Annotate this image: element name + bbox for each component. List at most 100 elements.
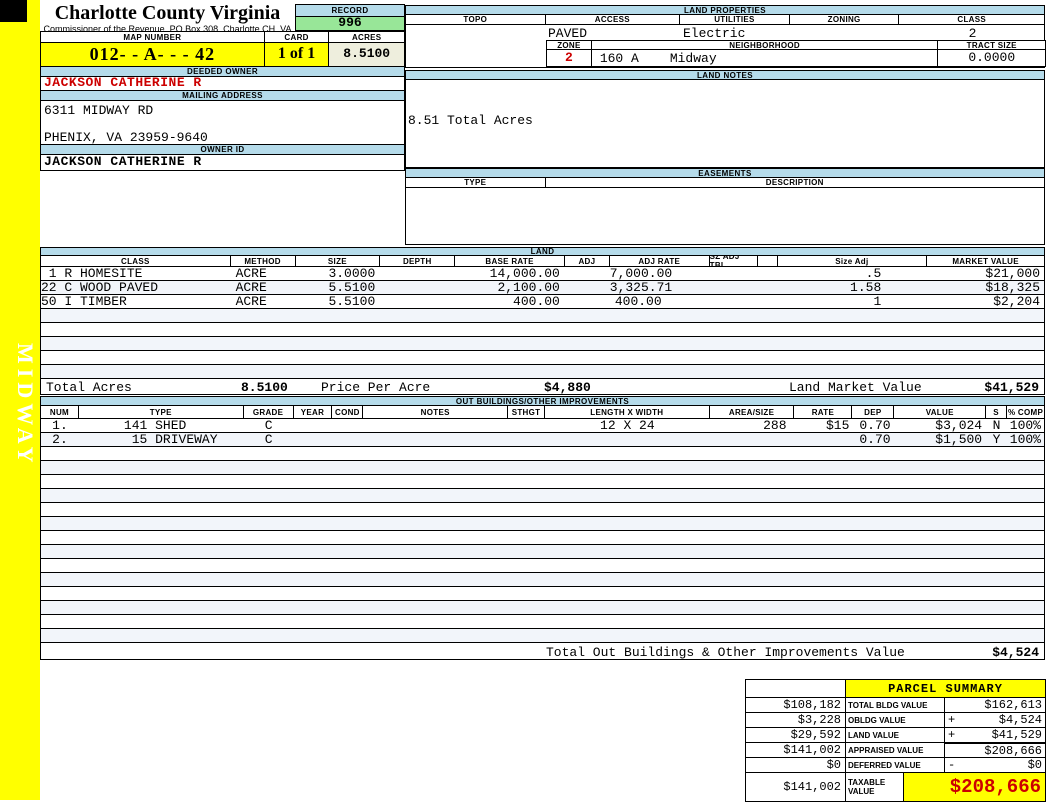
- zone-code-value: 160 A: [600, 51, 639, 66]
- land-col-method: METHOD: [231, 256, 296, 266]
- land-col-blank: [758, 256, 778, 266]
- easement-col-description: DESCRIPTION: [546, 178, 1044, 187]
- land-col-market-value: MARKET VALUE: [927, 256, 1044, 266]
- summary-row: $108,182 TOTAL BLDG VALUE $162,613: [746, 698, 1046, 713]
- col-zoning: ZONING: [790, 15, 900, 24]
- total-acres-label: Total Acres: [46, 380, 132, 395]
- ob-col-rate: RATE: [794, 406, 852, 418]
- land-col-adj: ADJ: [565, 256, 610, 266]
- owner-block: DEEDED OWNER JACKSON CATHERINE R MAILING…: [40, 67, 405, 171]
- ob-col-length-width: LENGTH X WIDTH: [545, 406, 710, 418]
- land-totals-row: Total Acres 8.5100 Price Per Acre $4,880…: [40, 379, 1045, 395]
- out-buildings-total-row: Total Out Buildings & Other Improvements…: [40, 643, 1045, 660]
- address-line2: PHENIX, VA 23959-9640: [44, 130, 208, 145]
- out-buildings-empty-rows: [40, 447, 1045, 643]
- deeded-owner-value: JACKSON CATHERINE R: [40, 77, 405, 91]
- neighborhood-value: Midway: [670, 51, 717, 66]
- zone-subtable: ZONE NEIGHBORHOOD TRACT SIZE 2 160 A Mid…: [546, 40, 1046, 67]
- ob-total-label: Total Out Buildings & Other Improvements…: [546, 645, 905, 660]
- easements-empty: [405, 188, 1045, 245]
- land-col-adj-rate: ADJ RATE: [610, 256, 710, 266]
- land-row: 1 R HOMESITE ACRE 3.0000 14,000.00 7,000…: [40, 267, 1045, 281]
- acres-value: 8.5100: [329, 43, 404, 66]
- land-notes-title: LAND NOTES: [405, 70, 1045, 80]
- ob-col-s: S: [986, 406, 1007, 418]
- land-properties-title: LAND PROPERTIES: [405, 5, 1045, 15]
- col-utilities: UTILITIES: [680, 15, 790, 24]
- land-notes-text: 8.51 Total Acres: [408, 113, 533, 128]
- land-title: LAND: [40, 247, 1045, 256]
- summary-taxable-row: $141,002 TAXABLE VALUE $208,666: [746, 773, 1046, 802]
- tract-size-label: TRACT SIZE: [938, 41, 1045, 49]
- land-col-class: CLASS: [41, 256, 231, 266]
- op-sign: -: [948, 758, 955, 772]
- ob-col-type: TYPE: [79, 406, 244, 418]
- easements-title: EASEMENTS: [405, 168, 1045, 178]
- summary-row: $29,592 LAND VALUE + $41,529: [746, 728, 1046, 743]
- out-buildings-section: OUT BUILDINGS/OTHER IMPROVEMENTS NUM TYP…: [40, 396, 1045, 660]
- summary-row: $3,228 OBLDG VALUE + $4,524: [746, 713, 1046, 728]
- land-market-value: $41,529: [984, 380, 1039, 395]
- ob-col-cond: COND: [332, 406, 363, 418]
- corner-notch: [0, 0, 27, 22]
- op-sign: +: [948, 728, 955, 742]
- zone-value: 2: [547, 50, 592, 66]
- county-title: Charlotte County Virginia: [40, 2, 295, 25]
- acres-label: ACRES: [329, 32, 404, 42]
- op-sign: +: [948, 713, 955, 727]
- neighborhood-label: NEIGHBORHOOD: [592, 41, 939, 49]
- land-col-size: SIZE: [296, 256, 381, 266]
- ob-col-year: YEAR: [294, 406, 333, 418]
- summary-empty-cell: [746, 680, 846, 698]
- taxable-left-value: $141,002: [746, 773, 846, 802]
- map-number-value: 012- - A- - - 42: [41, 43, 265, 66]
- neighborhood-vertical-label: MIDWAY: [2, 335, 38, 475]
- owner-id-value: JACKSON CATHERINE R: [40, 155, 405, 171]
- land-section: LAND CLASS METHOD SIZE DEPTH BASE RATE A…: [40, 247, 1045, 395]
- land-row: 50 I TIMBER ACRE 5.5100 400.00 400.00 1 …: [40, 295, 1045, 309]
- land-row: 22 C WOOD PAVED ACRE 5.5100 2,100.00 3,3…: [40, 281, 1045, 295]
- class-value: 2: [900, 26, 1045, 41]
- summary-row: $0 DEFERRED VALUE - $0: [746, 758, 1046, 773]
- land-empty-rows: [40, 309, 1045, 379]
- ob-col-grade: GRADE: [244, 406, 294, 418]
- easement-col-type: TYPE: [406, 178, 546, 187]
- ob-col-pct-comp: % COMP: [1007, 406, 1044, 418]
- land-col-base-rate: BASE RATE: [455, 256, 565, 266]
- ob-total-value: $4,524: [992, 645, 1039, 660]
- land-market-value-label: Land Market Value: [789, 380, 922, 395]
- map-number-label: MAP NUMBER: [41, 32, 265, 42]
- record-value: 996: [295, 17, 405, 31]
- land-col-depth: DEPTH: [380, 256, 455, 266]
- col-access: ACCESS: [546, 15, 681, 24]
- land-notes: LAND NOTES 8.51 Total Acres: [405, 70, 1045, 168]
- taxable-value: $208,666: [904, 773, 1046, 802]
- col-class: CLASS: [899, 15, 1044, 24]
- summary-row: $141,002 APPRAISED VALUE $208,666: [746, 743, 1046, 758]
- ob-col-notes: NOTES: [363, 406, 508, 418]
- ob-col-value: VALUE: [894, 406, 986, 418]
- price-per-acre-label: Price Per Acre: [321, 380, 430, 395]
- out-building-row: 1. 141 SHED C 12 X 24 288 $15 0.70 $3,02…: [40, 419, 1045, 433]
- card-value: 1 of 1: [265, 43, 330, 66]
- col-topo: TOPO: [406, 15, 546, 24]
- card-label: CARD: [265, 32, 330, 42]
- out-buildings-title: OUT BUILDINGS/OTHER IMPROVEMENTS: [40, 396, 1045, 406]
- land-col-size-adj: Size Adj: [778, 256, 928, 266]
- price-per-acre-value: $4,880: [544, 380, 591, 395]
- easements: EASEMENTS TYPE DESCRIPTION: [405, 168, 1045, 245]
- zone-label: ZONE: [547, 41, 592, 49]
- address-line1: 6311 MIDWAY RD: [44, 103, 153, 118]
- record-box: RECORD 996: [295, 4, 405, 31]
- ob-col-num: NUM: [41, 406, 79, 418]
- ob-col-sthgt: STHGT: [508, 406, 545, 418]
- land-col-sz-adj-tbl: SZ ADJ TBL: [710, 256, 758, 266]
- parcel-summary: PARCEL SUMMARY $108,182 TOTAL BLDG VALUE…: [745, 679, 1046, 802]
- property-record-card: { "colors":{"accent_yellow":"#ffff00","h…: [0, 0, 1050, 800]
- ob-col-area-size: AREA/SIZE: [710, 406, 795, 418]
- total-acres-value: 8.5100: [241, 380, 288, 395]
- mailing-address-label: MAILING ADDRESS: [40, 91, 405, 101]
- utilities-value: Electric: [683, 26, 745, 41]
- parcel-summary-title: PARCEL SUMMARY: [846, 680, 1046, 698]
- land-properties: LAND PROPERTIES TOPO ACCESS UTILITIES ZO…: [405, 5, 1045, 68]
